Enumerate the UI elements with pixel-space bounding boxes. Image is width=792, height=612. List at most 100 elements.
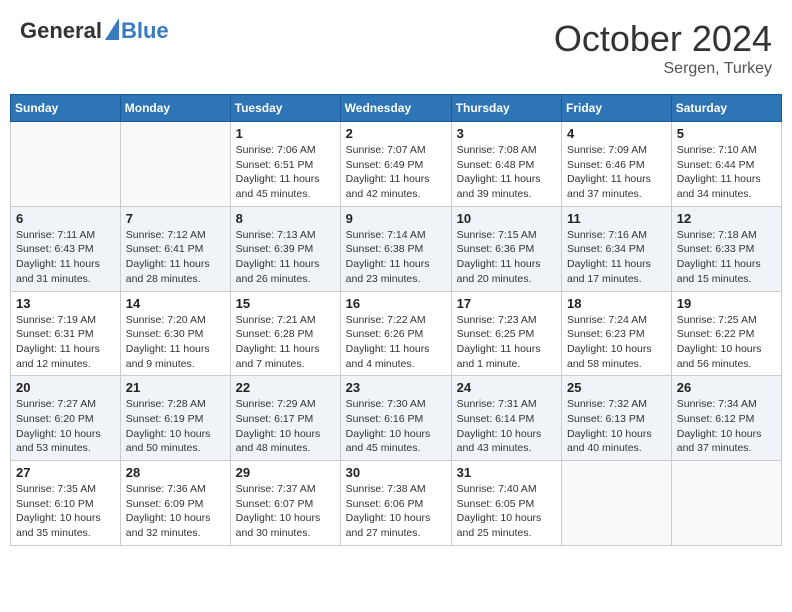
logo-general-text: General (20, 18, 102, 44)
day-number: 10 (457, 211, 556, 226)
calendar-cell: 20 Sunrise: 7:27 AMSunset: 6:20 PMDayligh… (11, 376, 121, 461)
day-info: Sunrise: 7:35 AMSunset: 6:10 PMDaylight:… (16, 482, 115, 541)
calendar-cell: 27 Sunrise: 7:35 AMSunset: 6:10 PMDayligh… (11, 461, 121, 546)
calendar-cell: 18 Sunrise: 7:24 AMSunset: 6:23 PMDayligh… (562, 291, 672, 376)
day-info: Sunrise: 7:21 AMSunset: 6:28 PMDaylight:… (236, 313, 335, 372)
calendar-cell (11, 122, 121, 207)
month-title: October 2024 (554, 18, 772, 60)
day-number: 1 (236, 126, 335, 141)
calendar-cell: 12 Sunrise: 7:18 AMSunset: 6:33 PMDayligh… (671, 206, 781, 291)
day-number: 28 (126, 465, 225, 480)
location-title: Sergen, Turkey (554, 60, 772, 78)
day-header-tuesday: Tuesday (230, 95, 340, 122)
week-row-4: 20 Sunrise: 7:27 AMSunset: 6:20 PMDayligh… (11, 376, 782, 461)
day-info: Sunrise: 7:08 AMSunset: 6:48 PMDaylight:… (457, 143, 556, 202)
day-header-friday: Friday (562, 95, 672, 122)
calendar-cell: 25Sunrise: 7:32 AMSunset: 6:13 PMDayligh… (562, 376, 672, 461)
header-row: SundayMondayTuesdayWednesdayThursdayFrid… (11, 95, 782, 122)
day-header-monday: Monday (120, 95, 230, 122)
calendar-cell: 16 Sunrise: 7:22 AMSunset: 6:26 PMDayligh… (340, 291, 451, 376)
day-number: 20 (16, 380, 115, 395)
day-number: 13 (16, 296, 115, 311)
day-info: Sunrise: 7:37 AMSunset: 6:07 PMDaylight:… (236, 482, 335, 541)
calendar-cell: 4Sunrise: 7:09 AMSunset: 6:46 PMDaylight… (562, 122, 672, 207)
day-info: Sunrise: 7:34 AMSunset: 6:12 PMDaylight:… (677, 397, 776, 456)
day-info: Sunrise: 7:38 AMSunset: 6:06 PMDaylight:… (346, 482, 446, 541)
calendar-cell: 31Sunrise: 7:40 AMSunset: 6:05 PMDayligh… (451, 461, 561, 546)
calendar-cell: 21 Sunrise: 7:28 AMSunset: 6:19 PMDayligh… (120, 376, 230, 461)
title-section: October 2024 Sergen, Turkey (554, 18, 772, 78)
day-info: Sunrise: 7:40 AMSunset: 6:05 PMDaylight:… (457, 482, 556, 541)
day-info: Sunrise: 7:15 AMSunset: 6:36 PMDaylight:… (457, 228, 556, 287)
week-row-5: 27 Sunrise: 7:35 AMSunset: 6:10 PMDayligh… (11, 461, 782, 546)
calendar-table: SundayMondayTuesdayWednesdayThursdayFrid… (10, 94, 782, 546)
day-header-thursday: Thursday (451, 95, 561, 122)
day-number: 26 (677, 380, 776, 395)
calendar-cell (671, 461, 781, 546)
day-info: Sunrise: 7:10 AMSunset: 6:44 PMDaylight:… (677, 143, 776, 202)
day-number: 11 (567, 211, 666, 226)
day-number: 5 (677, 126, 776, 141)
day-number: 8 (236, 211, 335, 226)
day-number: 29 (236, 465, 335, 480)
day-info: Sunrise: 7:30 AMSunset: 6:16 PMDaylight:… (346, 397, 446, 456)
day-info: Sunrise: 7:12 AMSunset: 6:41 PMDaylight:… (126, 228, 225, 287)
day-number: 24 (457, 380, 556, 395)
calendar-cell: 10 Sunrise: 7:15 AMSunset: 6:36 PMDayligh… (451, 206, 561, 291)
day-header-saturday: Saturday (671, 95, 781, 122)
day-info: Sunrise: 7:19 AMSunset: 6:31 PMDaylight:… (16, 313, 115, 372)
day-number: 3 (457, 126, 556, 141)
logo-triangle-icon (105, 18, 119, 40)
day-number: 27 (16, 465, 115, 480)
day-number: 18 (567, 296, 666, 311)
day-info: Sunrise: 7:24 AMSunset: 6:23 PMDaylight:… (567, 313, 666, 372)
calendar-cell (562, 461, 672, 546)
day-info: Sunrise: 7:29 AMSunset: 6:17 PMDaylight:… (236, 397, 335, 456)
day-number: 21 (126, 380, 225, 395)
day-number: 4 (567, 126, 666, 141)
day-number: 23 (346, 380, 446, 395)
day-number: 15 (236, 296, 335, 311)
day-info: Sunrise: 7:32 AMSunset: 6:13 PMDaylight:… (567, 397, 666, 456)
calendar-cell: 24 Sunrise: 7:31 AMSunset: 6:14 PMDayligh… (451, 376, 561, 461)
calendar-cell: 15 Sunrise: 7:21 AMSunset: 6:28 PMDayligh… (230, 291, 340, 376)
calendar-cell: 26 Sunrise: 7:34 AMSunset: 6:12 PMDayligh… (671, 376, 781, 461)
day-number: 9 (346, 211, 446, 226)
day-info: Sunrise: 7:06 AMSunset: 6:51 PMDaylight:… (236, 143, 335, 202)
day-info: Sunrise: 7:11 AMSunset: 6:43 PMDaylight:… (16, 228, 115, 287)
calendar-cell: 5 Sunrise: 7:10 AMSunset: 6:44 PMDaylight… (671, 122, 781, 207)
calendar-cell: 19Sunrise: 7:25 AMSunset: 6:22 PMDayligh… (671, 291, 781, 376)
logo: General Blue (20, 18, 169, 44)
calendar-cell: 30 Sunrise: 7:38 AMSunset: 6:06 PMDayligh… (340, 461, 451, 546)
day-info: Sunrise: 7:16 AMSunset: 6:34 PMDaylight:… (567, 228, 666, 287)
day-info: Sunrise: 7:28 AMSunset: 6:19 PMDaylight:… (126, 397, 225, 456)
day-info: Sunrise: 7:31 AMSunset: 6:14 PMDaylight:… (457, 397, 556, 456)
day-info: Sunrise: 7:07 AMSunset: 6:49 PMDaylight:… (346, 143, 446, 202)
calendar-cell: 1 Sunrise: 7:06 AMSunset: 6:51 PMDaylight… (230, 122, 340, 207)
week-row-2: 6Sunrise: 7:11 AMSunset: 6:43 PMDaylight… (11, 206, 782, 291)
week-row-3: 13 Sunrise: 7:19 AMSunset: 6:31 PMDayligh… (11, 291, 782, 376)
day-info: Sunrise: 7:20 AMSunset: 6:30 PMDaylight:… (126, 313, 225, 372)
calendar-cell: 3 Sunrise: 7:08 AMSunset: 6:48 PMDaylight… (451, 122, 561, 207)
calendar-cell: 6Sunrise: 7:11 AMSunset: 6:43 PMDaylight… (11, 206, 121, 291)
week-row-1: 1 Sunrise: 7:06 AMSunset: 6:51 PMDaylight… (11, 122, 782, 207)
calendar-cell: 23 Sunrise: 7:30 AMSunset: 6:16 PMDayligh… (340, 376, 451, 461)
day-info: Sunrise: 7:18 AMSunset: 6:33 PMDaylight:… (677, 228, 776, 287)
day-info: Sunrise: 7:13 AMSunset: 6:39 PMDaylight:… (236, 228, 335, 287)
day-header-sunday: Sunday (11, 95, 121, 122)
calendar-cell: 22Sunrise: 7:29 AMSunset: 6:17 PMDayligh… (230, 376, 340, 461)
day-number: 16 (346, 296, 446, 311)
day-number: 7 (126, 211, 225, 226)
day-number: 2 (346, 126, 446, 141)
day-number: 30 (346, 465, 446, 480)
day-info: Sunrise: 7:22 AMSunset: 6:26 PMDaylight:… (346, 313, 446, 372)
day-number: 17 (457, 296, 556, 311)
day-info: Sunrise: 7:25 AMSunset: 6:22 PMDaylight:… (677, 313, 776, 372)
calendar-cell: 28Sunrise: 7:36 AMSunset: 6:09 PMDayligh… (120, 461, 230, 546)
calendar-cell: 13 Sunrise: 7:19 AMSunset: 6:31 PMDayligh… (11, 291, 121, 376)
day-info: Sunrise: 7:27 AMSunset: 6:20 PMDaylight:… (16, 397, 115, 456)
calendar-cell: 11 Sunrise: 7:16 AMSunset: 6:34 PMDayligh… (562, 206, 672, 291)
day-header-wednesday: Wednesday (340, 95, 451, 122)
calendar-cell: 7 Sunrise: 7:12 AMSunset: 6:41 PMDaylight… (120, 206, 230, 291)
day-number: 12 (677, 211, 776, 226)
